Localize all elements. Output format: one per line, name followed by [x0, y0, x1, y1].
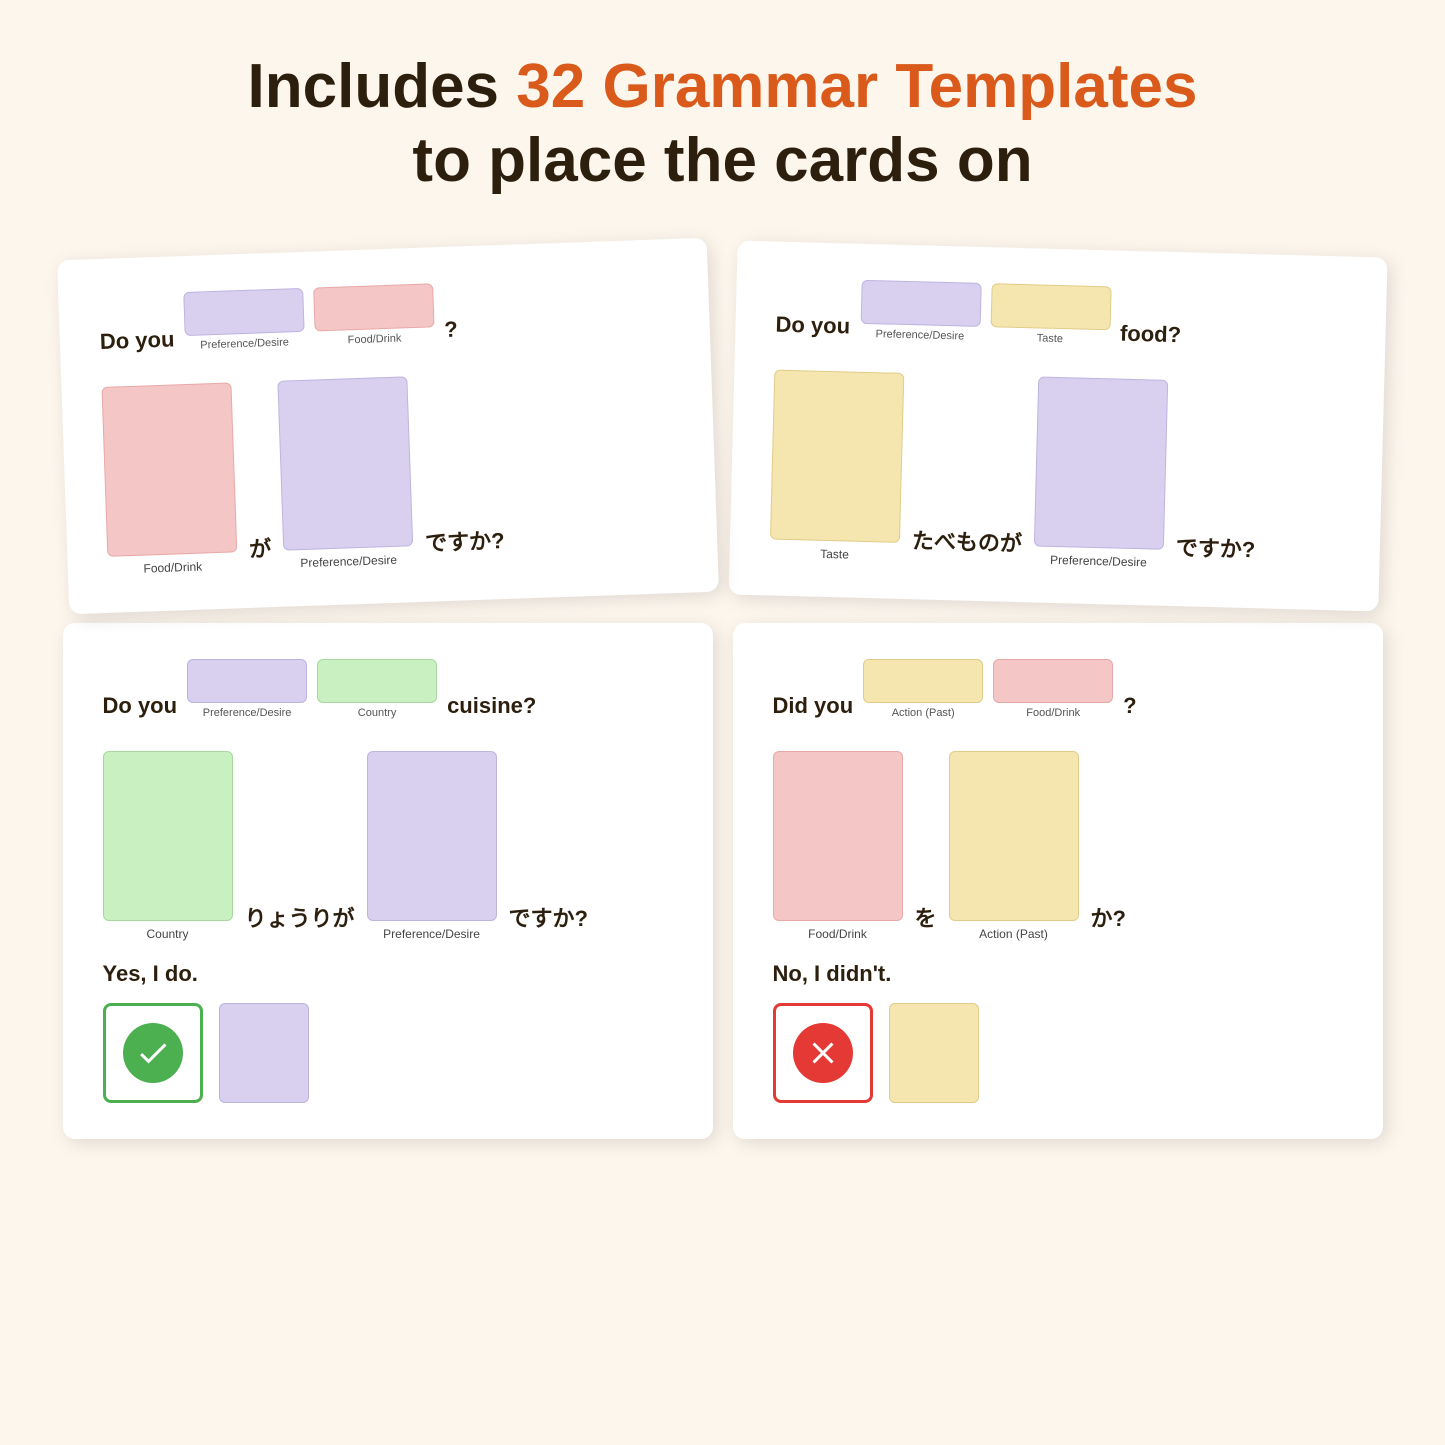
q2-particle: たべものが	[911, 523, 1022, 566]
q4-prefix: Did you	[773, 693, 854, 719]
q4-card-box-action	[949, 751, 1079, 921]
q3-slot-preference: Preference/Desire	[187, 659, 307, 719]
q3-card-label-preference: Preference/Desire	[383, 927, 480, 941]
q4-cards-row: Food/Drink を Action (Past) か?	[773, 751, 1343, 941]
q2-card-label-taste: Taste	[820, 547, 849, 562]
q3-answer-label: Yes, I do.	[103, 961, 673, 987]
q3-slot-box-country	[317, 659, 437, 703]
q1-card-box-food	[101, 382, 237, 556]
q4-card-box-food	[773, 751, 903, 921]
q3-suffix: cuisine?	[447, 693, 536, 719]
q4-card-action: Action (Past)	[949, 751, 1079, 941]
cards-grid: Do you Preference/Desire Food/Drink ? Fo…	[63, 249, 1383, 1139]
q4-label-action: Action (Past)	[892, 707, 955, 719]
q2-card-box-preference	[1033, 376, 1167, 549]
sentence-line-2: Do you Preference/Desire Taste food?	[775, 277, 1346, 352]
q1-card-food: Food/Drink	[101, 382, 238, 576]
q3-answer-section: Yes, I do.	[103, 961, 673, 1103]
q3-answer-cards	[103, 1003, 673, 1103]
q3-answer-card-lavender	[219, 1003, 309, 1103]
q3-slot-box-preference	[187, 659, 307, 703]
q1-desu: ですか?	[424, 523, 505, 566]
q3-card-label-country: Country	[146, 927, 188, 941]
q4-ka: か?	[1091, 901, 1126, 941]
template-card-3: Do you Preference/Desire Country cuisine…	[63, 623, 713, 1139]
q2-card-label-preference: Preference/Desire	[1049, 553, 1146, 570]
q1-label-preference: Preference/Desire	[200, 336, 289, 351]
q4-answer-card-yellow	[889, 1003, 979, 1103]
q1-card-preference: Preference/Desire	[277, 376, 414, 570]
headline-prefix: Includes	[248, 52, 517, 121]
q3-particle: りょうりが	[245, 901, 355, 941]
q2-label-taste: Taste	[1036, 332, 1063, 345]
x-box	[773, 1003, 873, 1103]
q3-card-preference: Preference/Desire	[367, 751, 497, 941]
headline-line2: to place the cards on	[248, 124, 1198, 198]
q3-prefix: Do you	[103, 693, 178, 719]
template-card-2: Do you Preference/Desire Taste food? Tas…	[728, 240, 1387, 611]
q4-slot-box-food	[993, 659, 1113, 703]
q4-suffix: ?	[1123, 693, 1136, 719]
q4-card-label-food: Food/Drink	[808, 927, 867, 941]
q1-cards-row: Food/Drink が Preference/Desire ですか?	[101, 367, 677, 577]
q3-label-preference: Preference/Desire	[203, 707, 292, 719]
q2-prefix: Do you	[775, 311, 850, 339]
q3-card-country: Country	[103, 751, 233, 941]
q3-desu: ですか?	[509, 901, 588, 941]
headline-line1: Includes 32 Grammar Templates	[248, 50, 1198, 124]
q4-answer-label: No, I didn't.	[773, 961, 1343, 987]
template-card-4: Did you Action (Past) Food/Drink ? Food/…	[733, 623, 1383, 1139]
q2-card-preference: Preference/Desire	[1033, 376, 1168, 569]
sentence-line-1: Do you Preference/Desire Food/Drink ?	[98, 275, 670, 355]
q1-card-label-food: Food/Drink	[143, 559, 202, 575]
q1-prefix: Do you	[99, 326, 174, 355]
q4-slot-food: Food/Drink	[993, 659, 1113, 719]
q1-label-food: Food/Drink	[347, 332, 401, 346]
q2-desu: ですか?	[1175, 530, 1255, 572]
q3-label-country: Country	[358, 707, 397, 719]
q2-suffix: food?	[1119, 320, 1181, 348]
q1-card-label-preference: Preference/Desire	[300, 553, 397, 570]
q4-card-food: Food/Drink	[773, 751, 903, 941]
q1-slot-box-food	[312, 283, 433, 331]
headline: Includes 32 Grammar Templates to place t…	[248, 50, 1198, 199]
q3-slot-country: Country	[317, 659, 437, 719]
q1-slot-food: Food/Drink	[312, 283, 434, 347]
q4-label-food: Food/Drink	[1026, 707, 1080, 719]
q1-particle: が	[248, 531, 271, 572]
q4-answer-section: No, I didn't.	[773, 961, 1343, 1103]
q1-slot-box-preference	[182, 288, 303, 336]
q2-card-taste: Taste	[769, 369, 904, 562]
headline-highlight: 32 Grammar Templates	[516, 52, 1197, 121]
q1-card-box-preference	[277, 376, 413, 550]
q2-label-preference: Preference/Desire	[875, 328, 964, 342]
q2-cards-row: Taste たべものが Preference/Desire ですか?	[769, 369, 1344, 574]
q4-answer-cards	[773, 1003, 1343, 1103]
q2-card-box-taste	[769, 369, 903, 542]
q4-slot-action: Action (Past)	[863, 659, 983, 719]
sentence-line-4: Did you Action (Past) Food/Drink ?	[773, 659, 1343, 719]
q3-cards-row: Country りょうりが Preference/Desire ですか?	[103, 751, 673, 941]
q1-suffix: ?	[443, 316, 457, 342]
sentence-line-3: Do you Preference/Desire Country cuisine…	[103, 659, 673, 719]
q2-slot-box-taste	[990, 283, 1111, 330]
q4-particle: を	[915, 901, 937, 941]
q3-card-box-country	[103, 751, 233, 921]
q4-card-label-action: Action (Past)	[979, 927, 1048, 941]
q2-slot-taste: Taste	[989, 283, 1111, 346]
check-icon	[123, 1023, 183, 1083]
x-icon	[793, 1023, 853, 1083]
q2-slot-box-preference	[860, 280, 981, 327]
check-box	[103, 1003, 203, 1103]
q4-slot-box-action	[863, 659, 983, 703]
template-card-1: Do you Preference/Desire Food/Drink ? Fo…	[57, 238, 719, 614]
q1-slot-preference: Preference/Desire	[182, 288, 304, 352]
q2-slot-preference: Preference/Desire	[859, 280, 981, 343]
q3-card-box-preference	[367, 751, 497, 921]
